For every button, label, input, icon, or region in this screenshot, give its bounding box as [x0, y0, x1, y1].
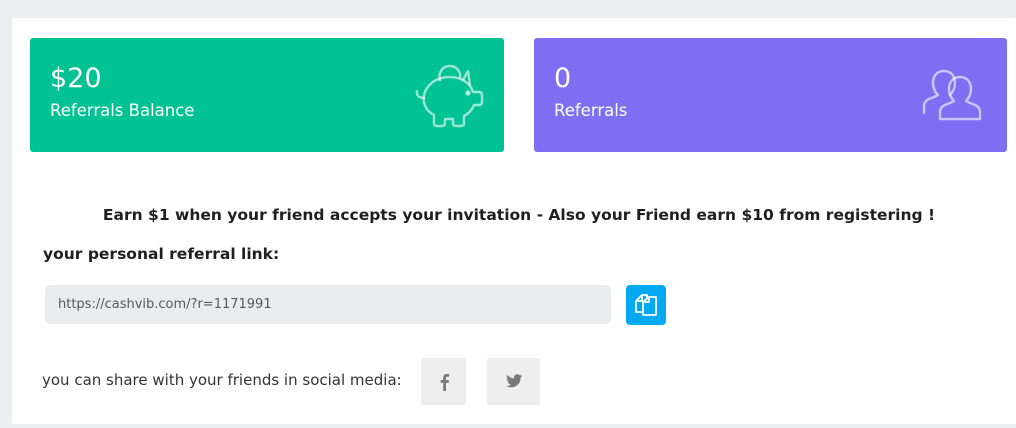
copy-link-button[interactable]: [626, 285, 666, 325]
referral-link-field[interactable]: [45, 285, 611, 324]
referrals-balance-card: $20 Referrals Balance: [30, 38, 504, 152]
share-twitter-button[interactable]: [487, 358, 540, 405]
twitter-icon: [505, 374, 522, 388]
share-label: you can share with your friends in socia…: [42, 371, 402, 389]
referral-link-label: your personal referral link:: [43, 245, 280, 263]
earn-headline: Earn $1 when your friend accepts your in…: [102, 206, 936, 224]
referrals-balance-value: $20: [50, 63, 102, 94]
facebook-icon: [440, 373, 449, 391]
piggy-bank-icon: [415, 64, 484, 128]
referrals-count-label: Referrals: [554, 101, 628, 120]
referrals-count-card: 0 Referrals: [534, 38, 1007, 152]
share-facebook-button[interactable]: [421, 358, 466, 405]
referrals-count-value: 0: [554, 63, 572, 94]
referral-panel: $20 Referrals Balance 0 Referrals Earn $…: [12, 18, 1016, 424]
copy-icon: [635, 294, 657, 316]
referrals-balance-label: Referrals Balance: [50, 101, 195, 120]
users-icon: [922, 69, 982, 121]
